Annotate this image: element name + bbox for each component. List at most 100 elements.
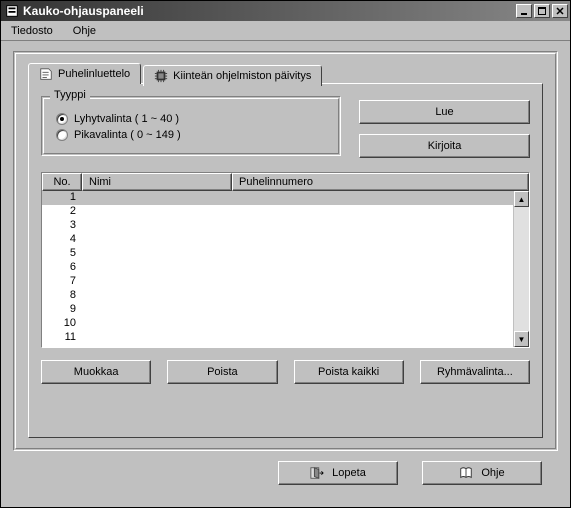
exit-icon xyxy=(310,466,324,480)
help-button[interactable]: Ohje xyxy=(422,461,542,485)
scroll-down-icon[interactable]: ▼ xyxy=(514,331,529,347)
edit-button[interactable]: Muokkaa xyxy=(41,360,151,384)
cell-no: 7 xyxy=(42,275,82,289)
table-row[interactable]: 2 xyxy=(42,205,513,219)
cell-no: 8 xyxy=(42,289,82,303)
minimize-button[interactable] xyxy=(516,4,532,18)
table-row[interactable]: 10 xyxy=(42,317,513,331)
cell-name xyxy=(82,303,232,317)
read-button[interactable]: Lue xyxy=(359,100,530,124)
cell-phone xyxy=(232,317,513,331)
tab-phonebook[interactable]: Puhelinluettelo xyxy=(28,63,141,84)
cell-no: 9 xyxy=(42,303,82,317)
cell-no: 11 xyxy=(42,331,82,345)
col-header-phone[interactable]: Puhelinnumero xyxy=(232,173,529,191)
table-row[interactable]: 3 xyxy=(42,219,513,233)
cell-name xyxy=(82,191,232,205)
radio-speed-dial[interactable]: Lyhytvalinta ( 1 ~ 40 ) xyxy=(56,113,326,125)
group-dial-label: Ryhmävalinta... xyxy=(437,366,513,378)
book-icon xyxy=(459,466,473,480)
client-area: Puhelinluettelo Kiinteän ohjelmiston päi… xyxy=(1,41,570,507)
cell-name xyxy=(82,219,232,233)
phonebook-icon xyxy=(39,67,53,81)
tab-phonebook-label: Puhelinluettelo xyxy=(58,68,130,80)
cell-name xyxy=(82,261,232,275)
col-header-name[interactable]: Nimi xyxy=(82,173,232,191)
cell-phone xyxy=(232,303,513,317)
write-button[interactable]: Kirjoita xyxy=(359,134,530,158)
window-title: Kauko-ohjauspaneeli xyxy=(23,4,516,18)
tab-strip: Puhelinluettelo Kiinteän ohjelmiston päi… xyxy=(28,63,543,84)
scroll-up-icon[interactable]: ▲ xyxy=(514,191,529,207)
cell-name xyxy=(82,331,232,345)
radio-quick-dial[interactable]: Pikavalinta ( 0 ~ 149 ) xyxy=(56,129,326,141)
cell-no: 6 xyxy=(42,261,82,275)
group-dial-button[interactable]: Ryhmävalinta... xyxy=(420,360,530,384)
cell-no: 4 xyxy=(42,233,82,247)
type-legend: Tyyppi xyxy=(50,89,90,101)
cell-name xyxy=(82,317,232,331)
menu-help[interactable]: Ohje xyxy=(67,23,102,39)
dialog-footer: Lopeta Ohje xyxy=(13,451,558,497)
cell-no: 3 xyxy=(42,219,82,233)
cell-no: 10 xyxy=(42,317,82,331)
delete-label: Poista xyxy=(207,366,238,378)
table-row[interactable]: 7 xyxy=(42,275,513,289)
chip-icon xyxy=(154,69,168,83)
cell-phone xyxy=(232,233,513,247)
table-row[interactable]: 9 xyxy=(42,303,513,317)
list-rows[interactable]: 1234567891011 xyxy=(42,191,513,347)
phonebook-list: No. Nimi Puhelinnumero 1234567891011 ▲ ▼ xyxy=(41,172,530,348)
cell-phone xyxy=(232,275,513,289)
tab-content: Tyyppi Lyhytvalinta ( 1 ~ 40 ) Pikavalin… xyxy=(28,83,543,438)
app-window: Kauko-ohjauspaneeli Tiedosto Ohje Puheli… xyxy=(0,0,571,508)
list-scrollbar[interactable]: ▲ ▼ xyxy=(513,191,529,347)
cell-name xyxy=(82,275,232,289)
radio-speed-label: Lyhytvalinta ( 1 ~ 40 ) xyxy=(74,113,179,125)
scroll-track[interactable] xyxy=(514,207,529,331)
table-row[interactable]: 1 xyxy=(42,191,513,205)
cell-phone xyxy=(232,261,513,275)
titlebar: Kauko-ohjauspaneeli xyxy=(1,1,570,21)
cell-phone xyxy=(232,247,513,261)
cell-name xyxy=(82,289,232,303)
radio-icon xyxy=(56,113,68,125)
edit-label: Muokkaa xyxy=(74,366,119,378)
close-button[interactable] xyxy=(552,4,568,18)
cell-name xyxy=(82,247,232,261)
cell-phone xyxy=(232,191,513,205)
col-header-no[interactable]: No. xyxy=(42,173,82,191)
delete-all-label: Poista kaikki xyxy=(318,366,379,378)
maximize-button[interactable] xyxy=(534,4,550,18)
list-header: No. Nimi Puhelinnumero xyxy=(42,173,529,191)
delete-all-button[interactable]: Poista kaikki xyxy=(294,360,404,384)
cell-phone xyxy=(232,331,513,345)
table-row[interactable]: 6 xyxy=(42,261,513,275)
cell-no: 2 xyxy=(42,205,82,219)
cell-no: 1 xyxy=(42,191,82,205)
cell-phone xyxy=(232,219,513,233)
menu-file[interactable]: Tiedosto xyxy=(5,23,59,39)
action-buttons: Muokkaa Poista Poista kaikki Ryhmävalint… xyxy=(41,360,530,384)
read-label: Lue xyxy=(435,106,453,118)
tab-firmware[interactable]: Kiinteän ohjelmiston päivitys xyxy=(143,65,322,86)
write-label: Kirjoita xyxy=(428,140,462,152)
app-icon xyxy=(5,4,19,18)
table-row[interactable]: 8 xyxy=(42,289,513,303)
radio-icon xyxy=(56,129,68,141)
table-row[interactable]: 11 xyxy=(42,331,513,345)
cell-phone xyxy=(232,289,513,303)
quit-label: Lopeta xyxy=(332,467,366,479)
cell-name xyxy=(82,205,232,219)
type-groupbox: Tyyppi Lyhytvalinta ( 1 ~ 40 ) Pikavalin… xyxy=(41,96,341,156)
table-row[interactable]: 5 xyxy=(42,247,513,261)
radio-quick-label: Pikavalinta ( 0 ~ 149 ) xyxy=(74,129,181,141)
help-label: Ohje xyxy=(481,467,504,479)
delete-button[interactable]: Poista xyxy=(167,360,277,384)
cell-phone xyxy=(232,205,513,219)
cell-name xyxy=(82,233,232,247)
menubar: Tiedosto Ohje xyxy=(1,21,570,41)
quit-button[interactable]: Lopeta xyxy=(278,461,398,485)
cell-no: 5 xyxy=(42,247,82,261)
table-row[interactable]: 4 xyxy=(42,233,513,247)
